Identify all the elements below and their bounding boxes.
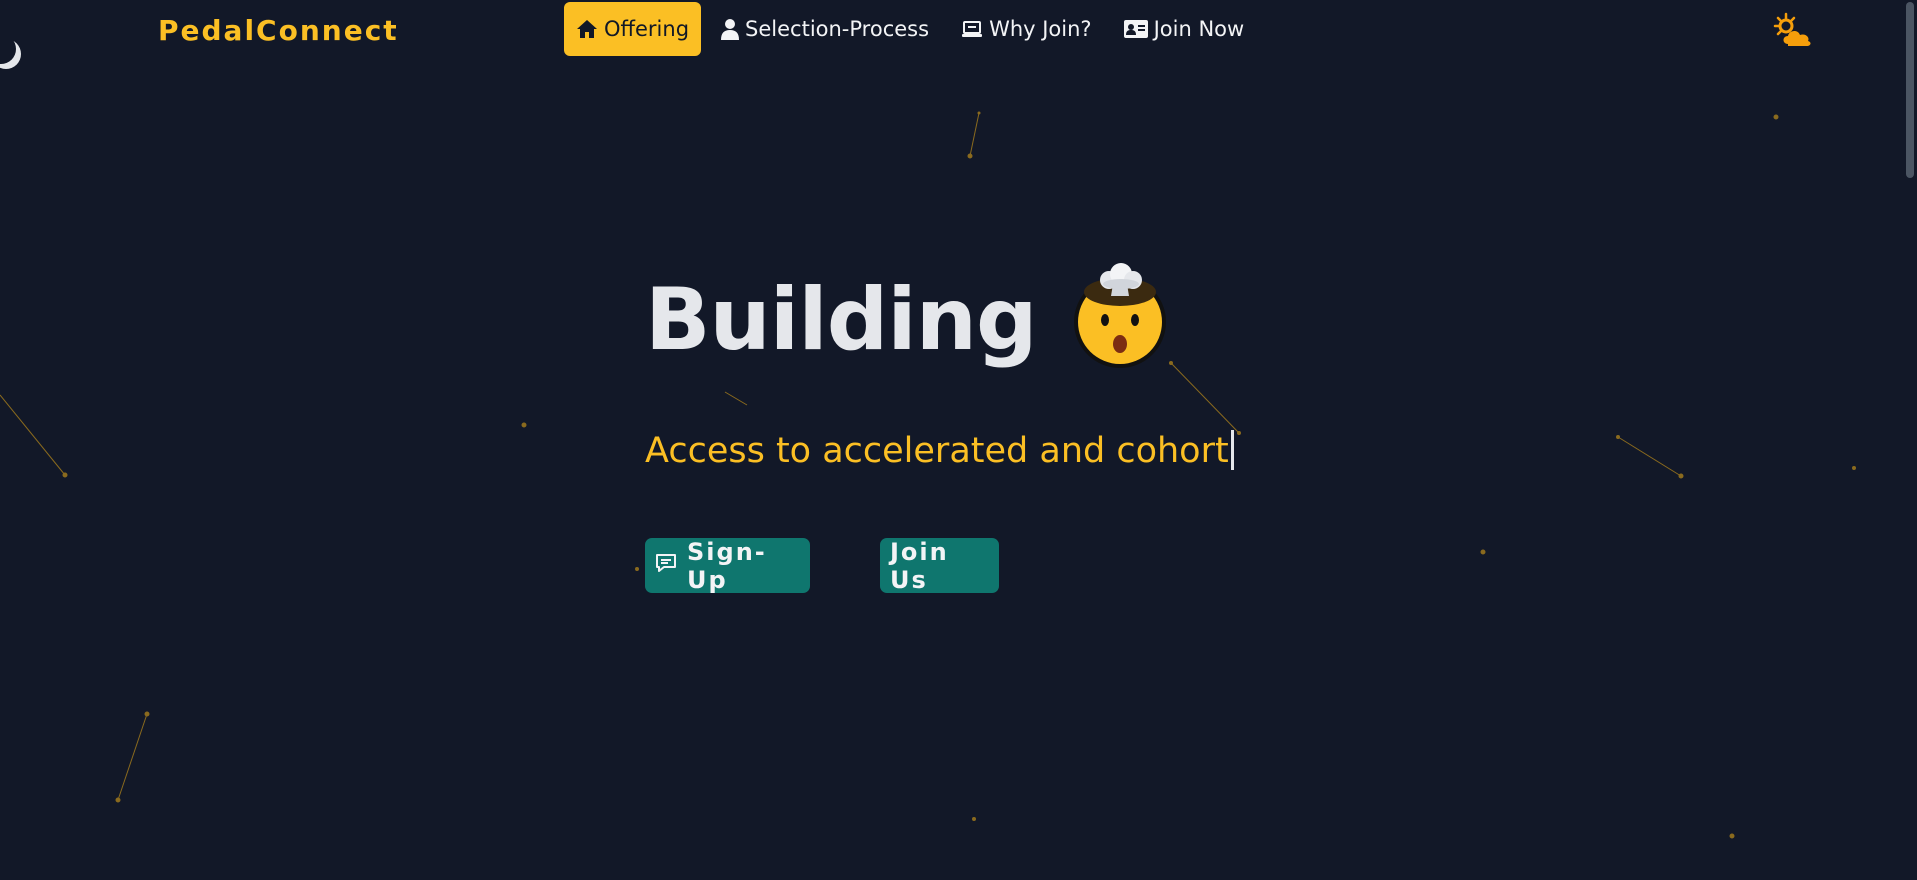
hero-subtitle: Access to accelerated and cohort — [645, 430, 1234, 471]
text-caret — [1230, 430, 1234, 470]
exploding-head-icon — [1073, 263, 1166, 368]
main-nav: Offering Selection-Process Why Join? Joi… — [564, 2, 1256, 56]
nav-item-offering[interactable]: Offering — [564, 2, 702, 56]
home-icon — [576, 19, 598, 39]
signup-button-label: Sign-Up — [687, 537, 767, 594]
scrollbar-thumb[interactable] — [1906, 2, 1914, 178]
nav-item-label: Why Join? — [989, 17, 1092, 41]
page: PedalConnect Offering Selection-Process … — [0, 0, 1917, 880]
nav-item-label: Selection-Process — [745, 17, 930, 41]
nav-item-label: Offering — [604, 17, 690, 41]
scrollbar[interactable] — [1902, 0, 1917, 880]
nav-item-join-now[interactable]: Join Now — [1112, 2, 1257, 56]
nav-item-label: Join Now — [1153, 17, 1245, 41]
nav-item-why-join[interactable]: Why Join? — [949, 2, 1104, 56]
join-us-button[interactable]: Join Us — [880, 537, 999, 594]
brand-logo[interactable]: PedalConnect — [158, 14, 399, 47]
hero-heading: Building — [645, 263, 1175, 372]
signup-button[interactable]: Sign-Up — [645, 537, 810, 594]
typed-text: Access to accelerated and cohort — [645, 431, 1229, 471]
sun-cloud-icon[interactable] — [1772, 12, 1814, 48]
nav-item-selection-process[interactable]: Selection-Process — [709, 2, 941, 56]
chat-icon — [655, 552, 677, 580]
laptop-icon — [961, 20, 983, 38]
join-us-button-label: Join Us — [890, 537, 949, 594]
id-card-icon — [1123, 20, 1148, 38]
hero-title: Building — [645, 270, 1038, 370]
user-icon — [721, 18, 740, 40]
